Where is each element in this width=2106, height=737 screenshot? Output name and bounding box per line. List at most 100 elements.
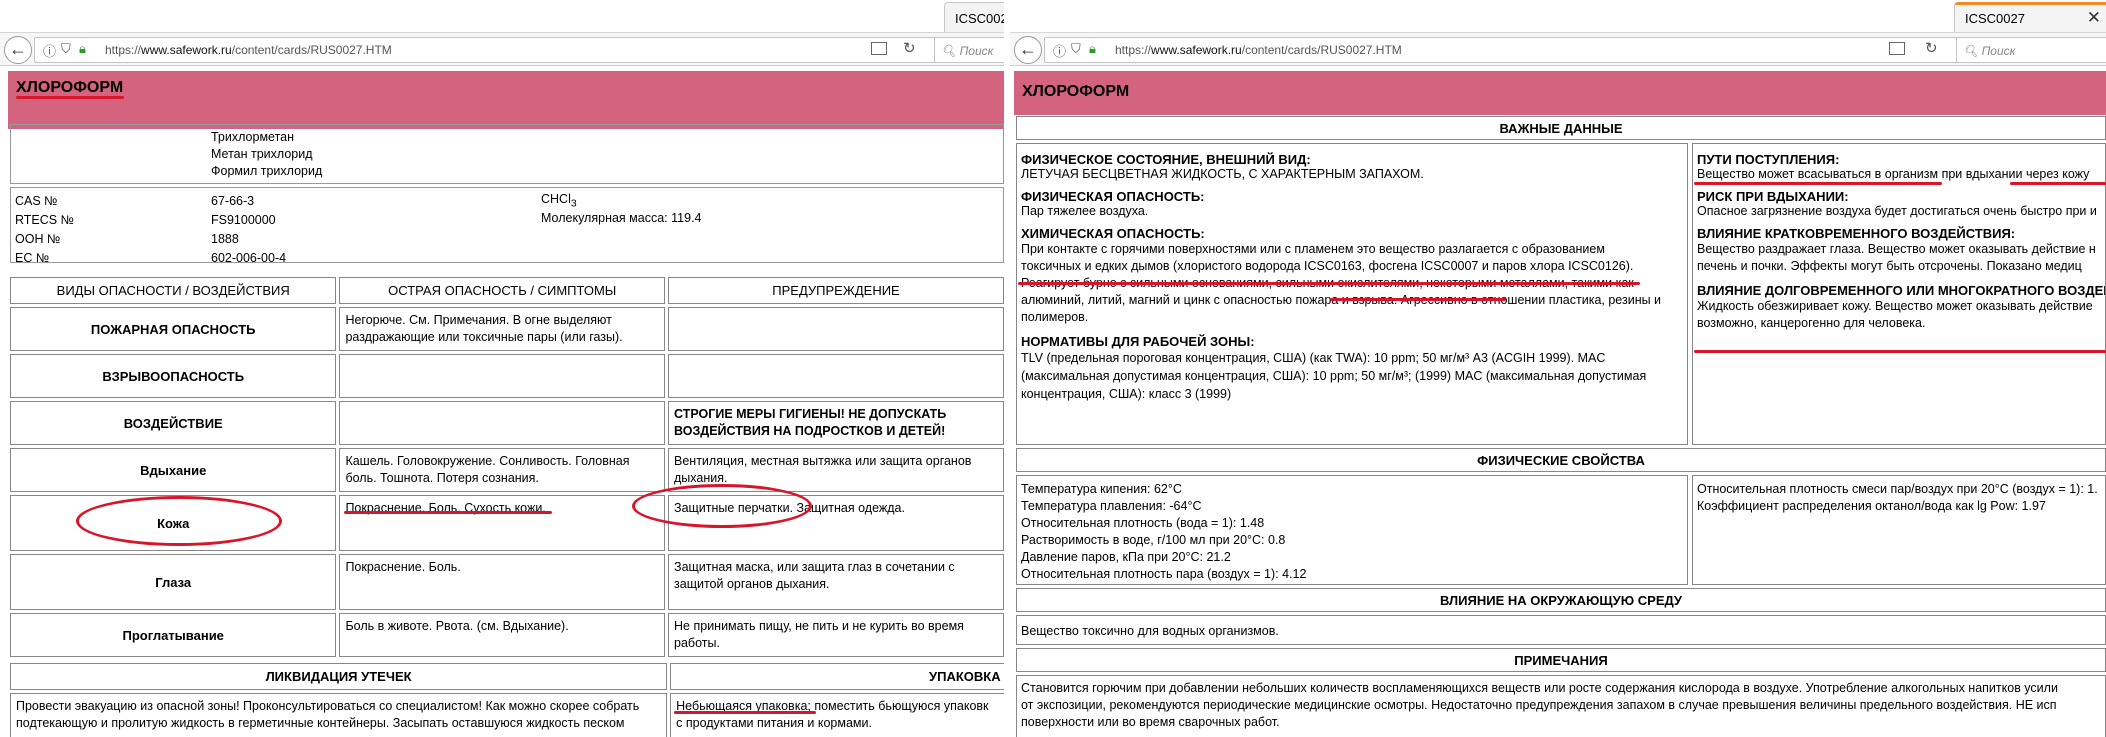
- physical-properties-header: ФИЗИЧЕСКИЕ СВОЙСТВА: [1016, 448, 2106, 472]
- reader-view-icon[interactable]: [871, 42, 887, 55]
- close-icon[interactable]: ✕: [2087, 8, 2101, 28]
- annotation-underline: [1330, 298, 1506, 301]
- search-placeholder: Поиск: [1981, 44, 2016, 58]
- left-browser-window: ICSC0027 ← ⓘ ⛉ 🔒︎ https://www.safework.r…: [0, 0, 1004, 737]
- lock-icon[interactable]: 🔒︎: [79, 41, 86, 57]
- section-text: ЛЕТУЧАЯ БЕСЦВЕТНАЯ ЖИДКОСТЬ, С ХАРАКТЕРН…: [1021, 167, 1424, 181]
- search-placeholder: Поиск: [959, 44, 994, 58]
- lock-icon[interactable]: 🔒︎: [1089, 41, 1096, 57]
- property-line: Относительная плотность пара (воздух = 1…: [1021, 567, 1307, 581]
- row-label-exposure: ВОЗДЕЙСТВИЕ: [10, 401, 337, 445]
- right-browser-window: ICSC0027 ✕ ← ⓘ ⛉ 🔒︎ https://www.safework…: [1010, 0, 2106, 737]
- back-button[interactable]: ←: [4, 36, 32, 64]
- page-content: ХЛОРОФОРМ ВАЖНЫЕ ДАННЫЕ ФИЗИЧЕСКОЕ СОСТО…: [1010, 66, 2106, 737]
- shield-icon[interactable]: ⛉: [61, 41, 71, 57]
- section-title: ПУТИ ПОСТУПЛЕНИЯ:: [1697, 152, 1840, 167]
- search-box[interactable]: 🔍︎ Поиск: [1956, 37, 2106, 63]
- id-label: ООН №: [15, 232, 61, 246]
- address-bar[interactable]: ⓘ ⛉ 🔒︎ https://www.safework.ru/content/c…: [34, 37, 970, 63]
- synonym: Формил трихлорид: [211, 164, 323, 178]
- important-data-left: ФИЗИЧЕСКОЕ СОСТОЯНИЕ, ВНЕШНИЙ ВИД: ЛЕТУЧ…: [1016, 143, 1688, 445]
- property-line: Коэффициент распределения октанол/вода к…: [1697, 499, 2046, 513]
- tab-title: ICSC0027: [955, 11, 1004, 26]
- shield-icon[interactable]: ⛉: [1071, 41, 1081, 57]
- physical-properties-left: Температура кипения: 62°C Температура пл…: [1016, 475, 1688, 585]
- back-arrow-icon: ←: [9, 39, 27, 59]
- id-value: 1888: [211, 232, 239, 246]
- section-title: ВЛИЯНИЕ КРАТКОВРЕМЕННОГО ВОЗДЕЙСТВИЯ:: [1697, 226, 2016, 241]
- section-text: Жидкость обезжиривает кожу. Вещество мож…: [1697, 299, 2093, 330]
- url-text[interactable]: https://www.safework.ru/content/cards/RU…: [105, 43, 392, 57]
- reload-icon[interactable]: ↻: [1925, 39, 1938, 57]
- explosion-prevention: [668, 354, 1004, 398]
- row-label-eyes: Глаза: [10, 554, 337, 610]
- property-line: Давление паров, кПа при 20°C: 21.2: [1021, 550, 1231, 564]
- section-title: НОРМАТИВЫ ДЛЯ РАБОЧЕЙ ЗОНЫ:: [1021, 334, 1255, 349]
- eyes-prevention: Защитная маска, или защита глаз в сочета…: [668, 554, 1004, 610]
- tab-title: ICSC0027: [1965, 11, 2025, 26]
- environment-header: ВЛИЯНИЕ НА ОКРУЖАЮЩУЮ СРЕДУ: [1016, 588, 2106, 612]
- property-line: Относительная плотность смеси пар/воздух…: [1697, 482, 2098, 496]
- section-title: ВЛИЯНИЕ ДОЛГОВРЕМЕННОГО ИЛИ МНОГОКРАТНОГ…: [1697, 283, 2106, 298]
- important-data-header: ВАЖНЫЕ ДАННЫЕ: [1016, 116, 2106, 140]
- row-label-fire: ПОЖАРНАЯ ОПАСНОСТЬ: [10, 307, 337, 351]
- back-arrow-icon: ←: [1019, 39, 1037, 59]
- annotation-underline: [2010, 182, 2106, 185]
- reader-view-icon[interactable]: [1889, 42, 1905, 55]
- address-bar[interactable]: ⓘ ⛉ 🔒︎ https://www.safework.ru/content/c…: [1044, 37, 1972, 63]
- id-label: CAS №: [15, 194, 58, 208]
- search-box[interactable]: 🔍︎ Поиск: [934, 37, 1004, 63]
- row-label-explosion: ВЗРЫВООПАСНОСТЬ: [10, 354, 337, 398]
- nav-toolbar: ← ⓘ ⛉ 🔒︎ https://www.safework.ru/content…: [1010, 32, 2106, 66]
- chemical-formula: CHCl3: [541, 192, 577, 210]
- property-line: Относительная плотность (вода = 1): 1.48: [1021, 516, 1265, 530]
- col-header: ВИДЫ ОПАСНОСТИ / ВОЗДЕЙСТВИЯ: [10, 277, 337, 304]
- exposure-symptoms: [339, 401, 666, 445]
- back-button[interactable]: ←: [1014, 36, 1042, 64]
- col-header: ПРЕДУПРЕЖДЕНИЕ: [668, 277, 1004, 304]
- annotation-ellipse: [632, 484, 812, 528]
- annotation-ellipse: [76, 496, 282, 546]
- molecular-mass: Молекулярная масса: 119.4: [541, 211, 702, 225]
- browser-tab[interactable]: ICSC0027: [944, 2, 1004, 32]
- info-icon[interactable]: ⓘ: [1053, 41, 1066, 60]
- spill-text: Провести эвакуацию из опасной зоны! Прок…: [10, 693, 668, 737]
- browser-tab[interactable]: ICSC0027 ✕: [1954, 2, 2106, 32]
- hazards-table: ВИДЫ ОПАСНОСТИ / ВОЗДЕЙСТВИЯ ОСТРАЯ ОПАС…: [7, 274, 1004, 660]
- reload-icon[interactable]: ↻: [903, 39, 916, 57]
- spill-header: ЛИКВИДАЦИЯ УТЕЧЕК: [10, 663, 668, 690]
- exposure-prevention: СТРОГИЕ МЕРЫ ГИГИЕНЫ! НЕ ДОПУСКАТЬ ВОЗДЕ…: [668, 401, 1004, 445]
- synonym: Метан трихлорид: [211, 147, 313, 161]
- spill-packaging-table: ЛИКВИДАЦИЯ УТЕЧЕК УПАКОВКА И М Провести …: [7, 660, 1004, 737]
- id-label: ЕС №: [15, 251, 50, 265]
- section-text: TLV (предельная пороговая концентрация, …: [1021, 351, 1647, 401]
- section-text: Опасное загрязнение воздуха будет достиг…: [1697, 204, 2097, 218]
- synonyms-box: Трихлорметан Метан трихлорид Формил трих…: [10, 124, 1004, 184]
- page-content: ХЛОРОФОРМ Трихлорметан Метан трихлорид Ф…: [0, 66, 1004, 737]
- section-text: Вещество может всасываться в организм пр…: [1697, 167, 2090, 181]
- url-text[interactable]: https://www.safework.ru/content/cards/RU…: [1115, 43, 1402, 57]
- id-value: 67-66-3: [211, 194, 255, 208]
- important-data-right: ПУТИ ПОСТУПЛЕНИЯ: Вещество может всасыва…: [1692, 143, 2106, 445]
- info-icon[interactable]: ⓘ: [43, 41, 56, 60]
- property-line: Температура кипения: 62°C: [1021, 482, 1182, 496]
- tab-strip: ICSC0027 ✕: [1010, 0, 2106, 32]
- notes-header: ПРИМЕЧАНИЯ: [1016, 648, 2106, 672]
- fire-prevention: [668, 307, 1004, 351]
- notes-text: Становится горючим при добавлении неболь…: [1016, 675, 2106, 737]
- section-text: Вещество раздражает глаза. Вещество може…: [1697, 242, 2096, 273]
- id-value: FS9100000: [211, 213, 276, 227]
- fire-symptoms: Негорюче. См. Примечания. В огне выделяю…: [339, 307, 666, 351]
- ingestion-symptoms: Боль в животе. Рвота. (см. Вдыхание).: [339, 613, 666, 657]
- eyes-symptoms: Покраснение. Боль.: [339, 554, 666, 610]
- annotation-underline: [1018, 282, 1640, 285]
- col-header: ОСТРАЯ ОПАСНОСТЬ / СИМПТОМЫ: [339, 277, 666, 304]
- annotation-underline: [344, 511, 552, 514]
- nav-toolbar: ← ⓘ ⛉ 🔒︎ https://www.safework.ru/content…: [0, 32, 1004, 66]
- synonyms-list: Трихлорметан Метан трихлорид Формил трих…: [211, 129, 322, 180]
- row-label-inhalation: Вдыхание: [10, 448, 337, 492]
- skin-symptoms: Покраснение. Боль. Сухость кожи.: [339, 495, 666, 551]
- section-title: ФИЗИЧЕСКОЕ СОСТОЯНИЕ, ВНЕШНИЙ ВИД:: [1021, 152, 1311, 167]
- packaging-text: Небьющаяся упаковка; поместить бьющуюся …: [670, 693, 1004, 737]
- section-title: РИСК ПРИ ВДЫХАНИИ:: [1697, 189, 1849, 204]
